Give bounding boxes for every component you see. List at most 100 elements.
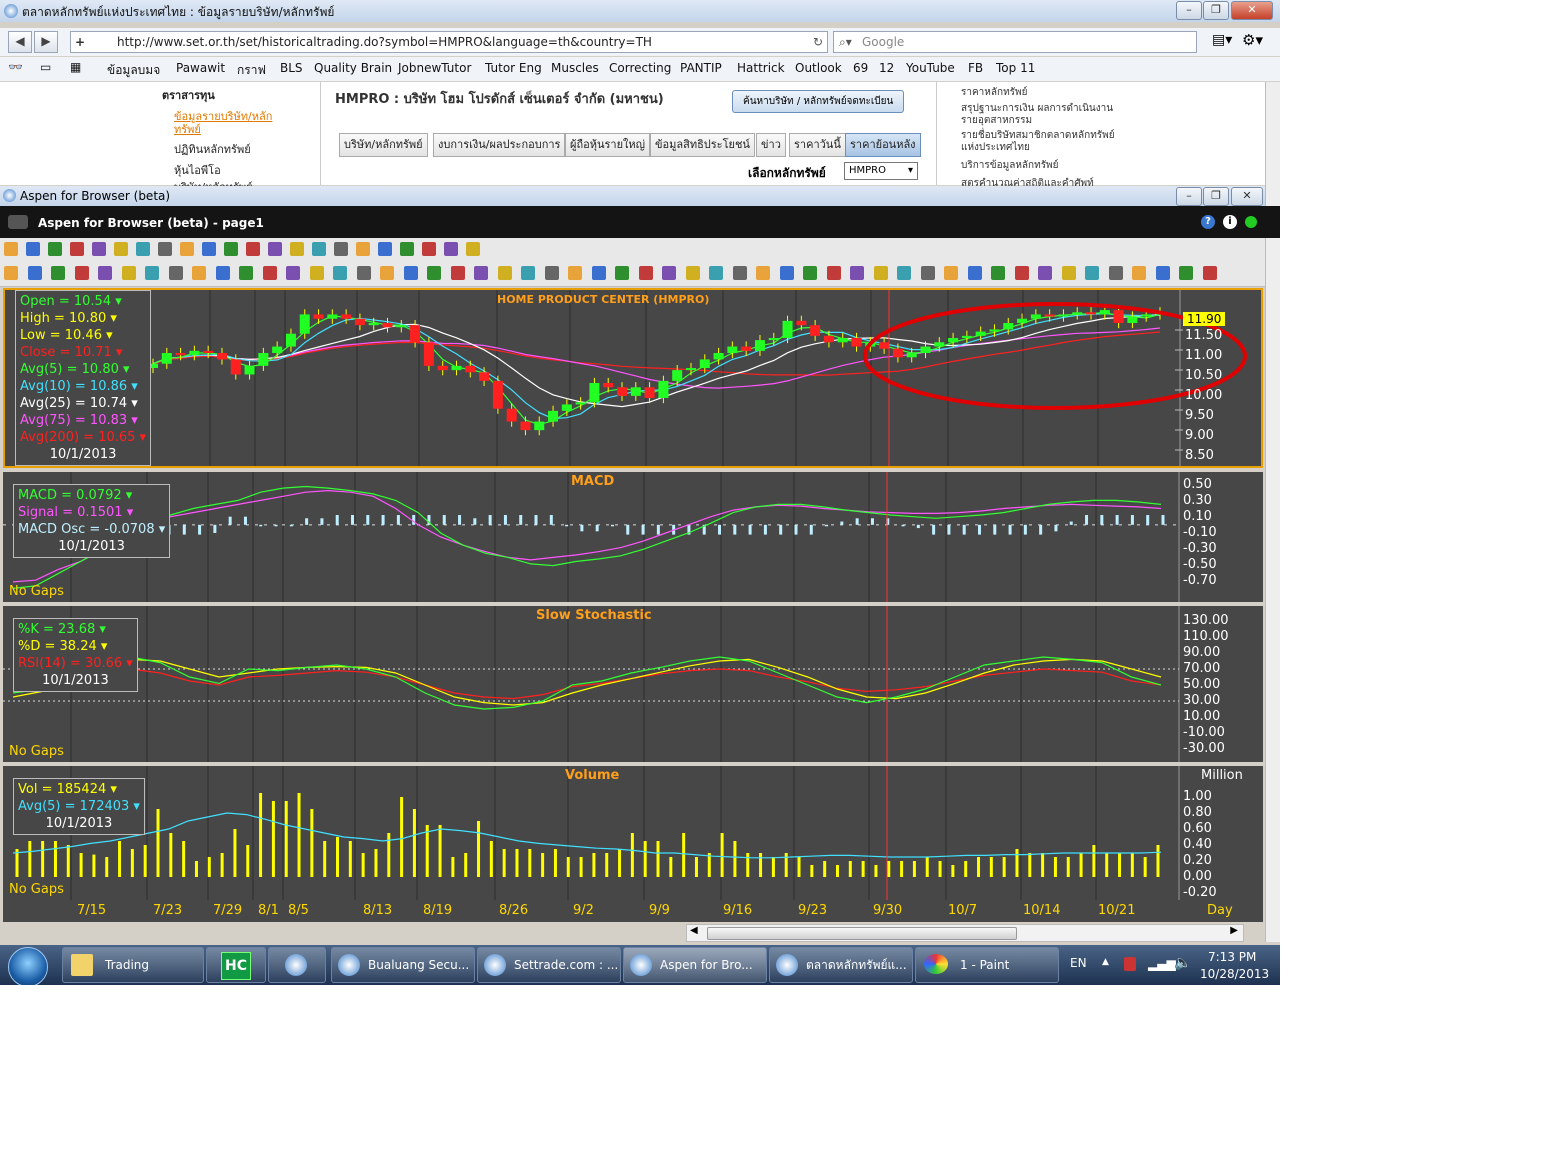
aspen-close-button[interactable]: ✕ xyxy=(1231,187,1263,206)
chart-horizontal-scrollbar[interactable]: ◀ ▶ xyxy=(686,924,1244,942)
legend-item[interactable]: Vol = 185424 ▾ xyxy=(18,781,140,798)
gear-icon[interactable]: ⚙▾ xyxy=(1242,31,1263,49)
volume-icon[interactable]: 🔈 xyxy=(1174,955,1191,971)
network-icon[interactable]: ▂▄▆ xyxy=(1148,957,1176,971)
tray-expand-icon[interactable]: ▲ xyxy=(1102,957,1109,967)
drawing-tool-icon[interactable] xyxy=(638,266,653,280)
right-menu-link[interactable]: รายชื่อบริษัทสมาชิกตลาดหลักทรัพย์แห่งประ… xyxy=(961,130,1129,154)
bookmark-item[interactable]: YouTube xyxy=(906,61,955,75)
drawing-tool-icon[interactable] xyxy=(333,266,347,280)
legend-item[interactable]: Close = 10.71 ▾ xyxy=(20,344,146,361)
taskbar-item-aspen[interactable]: Aspen for Bro... xyxy=(623,947,767,983)
file-tool-icon[interactable] xyxy=(268,242,282,256)
drawing-tool-icon[interactable] xyxy=(1179,266,1193,280)
scrollbar-thumb[interactable] xyxy=(707,927,1017,940)
price-panel[interactable]: HOME PRODUCT CENTER (HMPRO) Open = 10.54… xyxy=(3,288,1263,468)
file-tool-icon[interactable] xyxy=(378,242,392,256)
drawing-tool-icon[interactable] xyxy=(685,266,700,280)
drawing-tool-icon[interactable] xyxy=(192,266,206,280)
drawing-tool-icon[interactable] xyxy=(1038,266,1052,280)
legend-item[interactable]: MACD = 0.0792 ▾ xyxy=(18,487,165,504)
drawing-tool-icon[interactable] xyxy=(991,266,1005,280)
legend-item[interactable]: Avg(200) = 10.65 ▾ xyxy=(20,429,146,446)
glasses-icon[interactable]: 👓 xyxy=(8,60,23,74)
drawing-tool-icon[interactable] xyxy=(145,266,159,280)
legend-item[interactable]: MACD Osc = -0.0708 ▾ xyxy=(18,521,165,538)
bookmark-item[interactable]: 69 xyxy=(853,61,868,75)
scroll-left-icon[interactable]: ◀ xyxy=(690,925,698,936)
bookmark-item[interactable]: Tutor Eng xyxy=(485,61,542,75)
drawing-tool-icon[interactable] xyxy=(732,266,747,280)
drawing-tool-icon[interactable] xyxy=(615,266,629,280)
drawing-tool-icon[interactable] xyxy=(1085,266,1099,280)
file-tool-icon[interactable] xyxy=(180,242,194,256)
drawing-tool-icon[interactable] xyxy=(74,266,89,280)
drawing-tool-icon[interactable] xyxy=(121,266,136,280)
maximize-button[interactable]: ❐ xyxy=(1203,1,1229,20)
legend-item[interactable]: %K = 23.68 ▾ xyxy=(18,621,133,638)
drawing-tool-icon[interactable] xyxy=(286,266,300,280)
file-tool-icon[interactable] xyxy=(48,242,62,256)
file-tool-icon[interactable] xyxy=(4,242,18,256)
file-tool-icon[interactable] xyxy=(26,242,40,256)
drawing-tool-icon[interactable] xyxy=(544,266,559,280)
legend-item[interactable]: RSI(14) = 30.66 ▾ xyxy=(18,655,133,672)
tab-news[interactable]: ข่าว xyxy=(756,133,786,157)
legend-item[interactable]: High = 10.80 ▾ xyxy=(20,310,146,327)
url-bar[interactable]: + http://www.set.or.th/set/historicaltra… xyxy=(70,31,828,53)
bookmark-item[interactable]: Outlook xyxy=(795,61,842,75)
legend-item[interactable]: Signal = 0.1501 ▾ xyxy=(18,504,165,521)
drawing-tool-icon[interactable] xyxy=(474,266,488,280)
drawing-tool-icon[interactable] xyxy=(1155,266,1170,280)
forward-button[interactable]: ▶ xyxy=(34,31,58,53)
symbol-select[interactable]: HMPRO ▾ xyxy=(844,162,918,180)
legend-item[interactable]: Avg(10) = 10.86 ▾ xyxy=(20,378,146,395)
drawing-tool-icon[interactable] xyxy=(4,266,18,280)
taskbar-item-paint[interactable]: 1 - Paint xyxy=(915,947,1059,983)
drawing-tool-icon[interactable] xyxy=(497,266,512,280)
bookmark-item[interactable]: BLS xyxy=(280,61,303,75)
drawing-tool-icon[interactable] xyxy=(568,266,582,280)
drawing-tool-icon[interactable] xyxy=(920,266,935,280)
volume-panel[interactable]: Volume Vol = 185424 ▾ Avg(5) = 172403 ▾ 10… xyxy=(3,766,1263,900)
bookmark-item[interactable]: Correcting xyxy=(609,61,671,75)
page-menu-icon[interactable]: ▤▾ xyxy=(1212,32,1232,48)
left-menu-link[interactable]: ปฏิทินหลักทรัพย์ xyxy=(174,140,251,158)
book-icon[interactable]: ▭ xyxy=(40,60,51,74)
drawing-tool-icon[interactable] xyxy=(262,266,277,280)
new-tab-icon[interactable]: + xyxy=(75,32,85,52)
grid-icon[interactable]: ▦ xyxy=(70,60,81,74)
bookmark-item[interactable]: Top 11 xyxy=(996,61,1035,75)
tab-financial[interactable]: งบการเงิน/ผลประกอบการ xyxy=(433,133,566,157)
file-tool-icon[interactable] xyxy=(466,242,480,256)
legend-item[interactable]: %D = 38.24 ▾ xyxy=(18,638,133,655)
file-tool-icon[interactable] xyxy=(290,242,304,256)
scroll-right-icon[interactable]: ▶ xyxy=(1230,925,1238,936)
right-menu-link[interactable]: บริการข้อมูลหลักทรัพย์ xyxy=(961,158,1121,173)
drawing-tool-icon[interactable] xyxy=(897,266,911,280)
info-icon[interactable]: i xyxy=(1223,215,1237,229)
drawing-tool-icon[interactable] xyxy=(51,266,65,280)
file-tool-icon[interactable] xyxy=(92,242,106,256)
drawing-tool-icon[interactable] xyxy=(309,266,324,280)
file-tool-icon[interactable] xyxy=(70,242,84,256)
right-menu-link[interactable]: สรุปฐานะการเงิน ผลการดำเนินงานรายอุตสาหก… xyxy=(961,103,1121,127)
drawing-tool-icon[interactable] xyxy=(27,266,42,280)
drawing-tool-icon[interactable] xyxy=(380,266,394,280)
tab-shareholders[interactable]: ผู้ถือหุ้นรายใหญ่ xyxy=(565,133,651,157)
file-tool-icon[interactable] xyxy=(422,242,436,256)
drawing-tool-icon[interactable] xyxy=(826,266,841,280)
drawing-tool-icon[interactable] xyxy=(591,266,606,280)
tab-company[interactable]: บริษัท/หลักทรัพย์ xyxy=(339,133,428,157)
taskbar-item-browser[interactable] xyxy=(268,947,326,983)
left-menu-link[interactable]: หุ้นไอพีโอ xyxy=(174,161,221,179)
drawing-tool-icon[interactable] xyxy=(850,266,864,280)
start-button[interactable] xyxy=(8,947,48,985)
file-tool-icon[interactable] xyxy=(312,242,326,256)
bookmark-item[interactable]: JobnewTutor xyxy=(398,61,471,75)
legend-item[interactable]: Avg(75) = 10.83 ▾ xyxy=(20,412,146,429)
left-menu-link[interactable]: ข้อมูลรายบริษัท/หลักทรัพย์ xyxy=(174,110,284,136)
file-tool-icon[interactable] xyxy=(114,242,128,256)
drawing-tool-icon[interactable] xyxy=(427,266,441,280)
drawing-tool-icon[interactable] xyxy=(1108,266,1123,280)
